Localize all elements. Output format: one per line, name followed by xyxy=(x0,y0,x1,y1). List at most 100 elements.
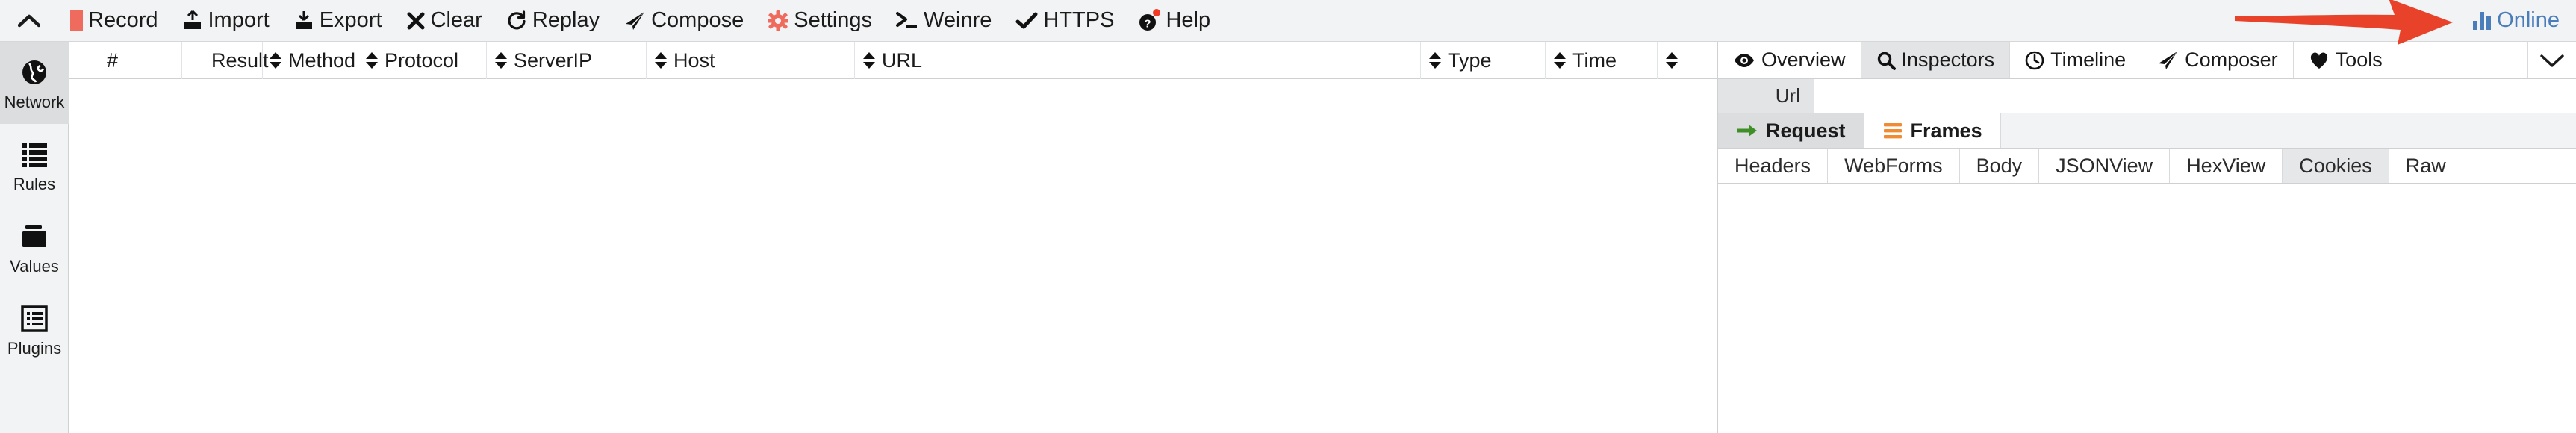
paper-plane-icon xyxy=(623,10,646,31)
column-divider[interactable] xyxy=(854,42,855,79)
column-divider[interactable] xyxy=(181,42,182,79)
list-icon xyxy=(19,137,49,172)
sort-toggle-icon[interactable] xyxy=(366,52,378,69)
heart-icon xyxy=(2309,51,2330,70)
svg-text:?: ? xyxy=(1145,17,1151,30)
toolbar-button-export[interactable]: Export xyxy=(281,0,394,42)
subtab-headers[interactable]: Headers xyxy=(1718,149,1829,183)
column-header-extra[interactable] xyxy=(1666,42,1684,79)
toolbar-button-import[interactable]: Import xyxy=(170,0,281,42)
subtab-cookies[interactable]: Cookies xyxy=(2283,149,2389,183)
toolbar-button-settings[interactable]: Settings xyxy=(756,0,884,42)
column-divider[interactable] xyxy=(1420,42,1421,79)
subtab-label-body: Body xyxy=(1976,154,2023,177)
tab-frames[interactable]: Frames xyxy=(1864,113,2001,148)
sort-toggle-icon[interactable] xyxy=(655,52,667,69)
check-icon xyxy=(1015,11,1038,31)
toolbar-button-https[interactable]: HTTPS xyxy=(1004,0,1126,42)
online-status-button[interactable]: Online xyxy=(2465,0,2576,42)
toolbar-label-replay: Replay xyxy=(532,8,600,32)
online-label: Online xyxy=(2497,8,2560,32)
subtab-jsonview[interactable]: JSONView xyxy=(2039,149,2171,183)
column-divider[interactable] xyxy=(486,42,487,79)
toolbar-label-settings: Settings xyxy=(794,8,873,32)
sort-toggle-icon[interactable] xyxy=(495,52,507,69)
tab-timeline[interactable]: Timeline xyxy=(2010,42,2142,78)
sidebar-item-network[interactable]: Network xyxy=(0,42,69,124)
tab-inspectors[interactable]: Inspectors xyxy=(1861,42,2011,78)
column-header-method[interactable]: Method xyxy=(270,42,355,79)
sidebar-label-plugins: Plugins xyxy=(7,339,62,358)
tab-overview[interactable]: Overview xyxy=(1718,42,1861,78)
toolbar-button-record[interactable]: Record xyxy=(58,0,170,42)
column-label-time: Time xyxy=(1572,49,1617,72)
chevron-down-icon[interactable] xyxy=(2528,42,2576,78)
column-divider[interactable] xyxy=(1657,42,1658,79)
url-field-value[interactable] xyxy=(1814,79,2576,113)
tab-request[interactable]: Request xyxy=(1718,113,1864,148)
column-header-time[interactable]: Time xyxy=(1554,42,1617,79)
top-toolbar: Record Import Export Clear Replay Compos… xyxy=(0,0,2576,42)
subtab-label-jsonview: JSONView xyxy=(2056,154,2153,177)
toolbar-label-help: Help xyxy=(1166,8,1211,32)
tab-tools[interactable]: Tools xyxy=(2294,42,2398,78)
subtab-label-headers: Headers xyxy=(1735,154,1811,177)
column-header-protocol[interactable]: Protocol xyxy=(366,42,458,79)
sort-toggle-icon[interactable] xyxy=(270,52,281,69)
detail-panel: Overview Inspectors Timeline Composer To… xyxy=(1717,42,2576,433)
subtab-filler xyxy=(2463,149,2576,183)
sidebar-item-values[interactable]: Values xyxy=(0,206,69,288)
tab-label-composer: Composer xyxy=(2185,49,2278,71)
column-label-host: Host xyxy=(673,49,715,72)
sidebar-item-rules[interactable]: Rules xyxy=(0,124,69,206)
tab-label-inspectors: Inspectors xyxy=(1901,49,1995,71)
sort-toggle-icon[interactable] xyxy=(1429,52,1441,69)
column-header-index[interactable]: # xyxy=(107,42,118,79)
toolbar-label-https: HTTPS xyxy=(1043,8,1115,32)
tab-label-timeline: Timeline xyxy=(2050,49,2127,71)
sidebar-label-rules: Rules xyxy=(13,175,56,193)
column-header-serverip[interactable]: ServerIP xyxy=(495,42,592,79)
subtab-hexview[interactable]: HexView xyxy=(2170,149,2283,183)
column-header-host[interactable]: Host xyxy=(655,42,715,79)
subtab-webforms[interactable]: WebForms xyxy=(1828,149,1960,183)
search-icon xyxy=(1876,51,1896,70)
clock-icon xyxy=(2025,51,2044,70)
terminal-icon xyxy=(896,11,918,31)
sort-toggle-icon[interactable] xyxy=(863,52,875,69)
subtab-raw[interactable]: Raw xyxy=(2389,149,2463,183)
column-header-type[interactable]: Type xyxy=(1429,42,1492,79)
network-list-body[interactable] xyxy=(69,79,1717,432)
eye-icon xyxy=(1733,52,1755,69)
column-divider[interactable] xyxy=(1545,42,1546,79)
list-doc-icon xyxy=(20,302,49,336)
paper-plane-icon xyxy=(2156,50,2179,71)
column-label-serverip: ServerIP xyxy=(514,49,593,72)
column-header-url[interactable]: URL xyxy=(863,42,922,79)
orange-lines-icon xyxy=(1882,122,1903,140)
chevron-up-icon[interactable] xyxy=(0,0,58,42)
toolbar-button-replay[interactable]: Replay xyxy=(494,0,612,42)
toolbar-label-export: Export xyxy=(319,8,382,32)
subtab-body[interactable]: Body xyxy=(1960,149,2040,183)
toolbar-button-weinre[interactable]: Weinre xyxy=(884,0,1004,42)
toolbar-button-clear[interactable]: Clear xyxy=(394,0,494,42)
url-field-label: Url xyxy=(1718,79,1814,113)
sort-toggle-icon[interactable] xyxy=(1666,52,1678,69)
url-field-row: Url xyxy=(1718,79,2576,113)
toolbar-button-compose[interactable]: Compose xyxy=(612,0,756,42)
inspector-content-area[interactable] xyxy=(1718,184,2576,432)
column-label-url: URL xyxy=(882,49,923,72)
subtab-label-webforms: WebForms xyxy=(1844,154,1943,177)
toolbar-button-help[interactable]: ? Help xyxy=(1126,0,1222,42)
detail-tab-bar: Overview Inspectors Timeline Composer To… xyxy=(1718,42,2576,79)
column-divider[interactable] xyxy=(646,42,647,79)
column-header-result[interactable]: Result xyxy=(211,42,269,79)
tab-label-request: Request xyxy=(1766,119,1846,142)
sort-toggle-icon[interactable] xyxy=(1554,52,1566,69)
tab-label-frames: Frames xyxy=(1910,119,1982,142)
sidebar-label-network: Network xyxy=(4,93,65,111)
tab-composer[interactable]: Composer xyxy=(2141,42,2294,78)
sidebar-item-plugins[interactable]: Plugins xyxy=(0,288,69,370)
toolbar-label-weinre: Weinre xyxy=(924,8,992,32)
